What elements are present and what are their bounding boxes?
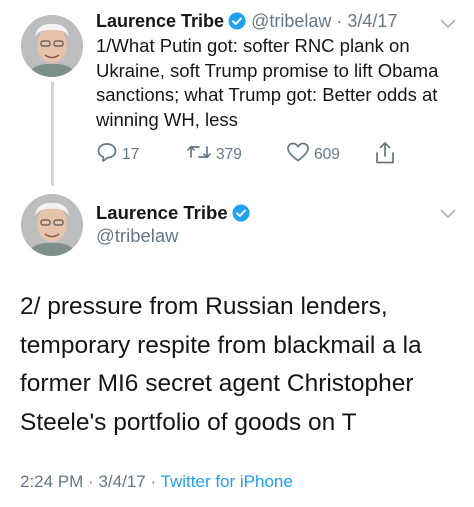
like-button[interactable]: 609	[286, 141, 340, 168]
reply-button[interactable]: 17	[96, 141, 139, 168]
like-icon	[286, 141, 314, 168]
separator-dot: ·	[150, 472, 157, 491]
share-button[interactable]	[374, 141, 400, 170]
author-handle[interactable]: @tribelaw	[251, 11, 331, 31]
tweet-text: 1/What Putin got: softer RNC plank on Uk…	[96, 35, 439, 130]
chevron-down-icon[interactable]	[440, 206, 456, 219]
tweet-date[interactable]: 3/4/17	[347, 11, 397, 31]
tweet-date: 3/4/17	[98, 472, 146, 491]
tweet-meta: 2:24 PM · 3/4/17 · Twitter for iPhone	[20, 472, 293, 492]
separator-dot: ·	[88, 472, 94, 491]
tweet-header: Laurence Tribe @tribelaw · 3/4/17	[96, 9, 397, 36]
retweet-button[interactable]: 379	[186, 141, 242, 168]
separator-dot: ·	[336, 11, 343, 31]
tweet-source-link[interactable]: Twitter for iPhone	[161, 472, 293, 491]
avatar[interactable]	[21, 194, 83, 256]
author-name[interactable]: Laurence Tribe	[96, 11, 224, 31]
retweet-icon	[186, 141, 216, 168]
verified-badge-icon	[228, 12, 246, 36]
tweet-time: 2:24 PM	[20, 472, 84, 491]
reply-count: 17	[122, 145, 140, 163]
share-icon	[374, 141, 400, 170]
tweet-actions: 17 379 609	[96, 141, 416, 167]
verified-badge-icon	[232, 204, 250, 228]
avatar[interactable]	[21, 15, 83, 77]
retweet-count: 379	[216, 145, 242, 163]
like-count: 609	[314, 145, 340, 163]
tweet-text: 2/ pressure from Russian lenders, tempor…	[20, 293, 422, 436]
chevron-down-icon[interactable]	[440, 16, 456, 29]
reply-icon	[96, 141, 122, 168]
author-handle[interactable]: @tribelaw	[96, 224, 179, 248]
thread-connector-line	[51, 82, 54, 186]
author-name[interactable]: Laurence Tribe	[96, 202, 228, 223]
